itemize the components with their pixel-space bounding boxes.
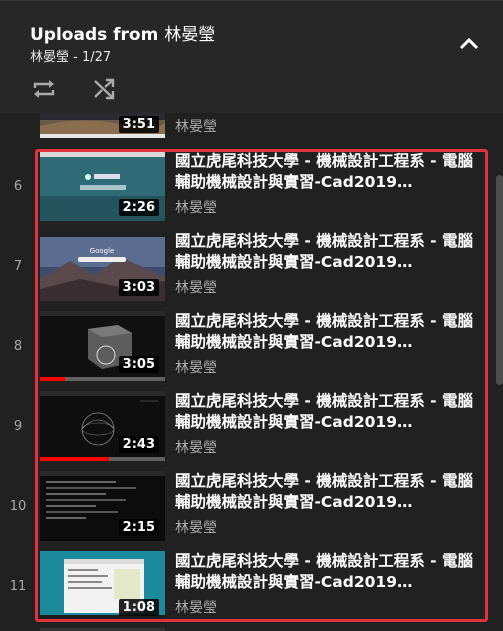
watch-progress-fill xyxy=(40,377,65,381)
video-duration: 2:26 xyxy=(118,199,159,216)
playlist-item[interactable]: 9 2:43 國立虎尾科技大學 - 機械設計工程系 - 電腦輔助機械設計與實習-… xyxy=(0,391,495,471)
item-index: 11 xyxy=(9,579,27,594)
collapse-button[interactable] xyxy=(452,31,486,57)
watch-progress-fill xyxy=(40,457,109,461)
watch-progress-bar xyxy=(40,377,165,381)
shuffle-button[interactable] xyxy=(88,73,120,105)
playlist-title[interactable]: Uploads from 林晏瑩 xyxy=(30,20,215,45)
playlist-item[interactable]: 10 2:15 國立虎尾科技大學 - 機械設計工程系 - 電腦輔助機械設計與實習… xyxy=(0,471,495,551)
video-thumbnail[interactable]: Google 3:03 xyxy=(40,231,165,301)
video-thumbnail[interactable]: 2:26 xyxy=(40,151,165,221)
video-title[interactable]: 國立虎尾科技大學 - 機械設計工程系 - 電腦輔助機械設計與實習-Cad2019… xyxy=(175,551,480,593)
video-title[interactable]: 國立虎尾科技大學 - 機械設計工程系 - 電腦輔助機械設計與實習-Cad2019… xyxy=(175,151,480,193)
shuffle-icon xyxy=(94,78,115,100)
video-thumbnail[interactable]: 3:05 xyxy=(40,311,165,381)
item-index: 7 xyxy=(13,259,23,274)
playlist-item[interactable]: 7 Google 3:03 國立虎尾科技大學 - 機械設計工程系 - 電腦輔助機… xyxy=(0,231,495,311)
video-channel: 林晏瑩 xyxy=(175,280,217,296)
item-index: 9 xyxy=(13,419,23,434)
playlist-items: 3:51 林晏瑩 6 2:26 國立虎尾科技大學 - 機械設計工程系 - 電腦輔… xyxy=(0,113,503,631)
playlist-panel: Uploads from 林晏瑩 林晏瑩 - 1/27 3:51 林晏瑩 6 2… xyxy=(0,0,503,631)
item-index: 8 xyxy=(13,339,23,354)
video-channel: 林晏瑩 xyxy=(175,200,217,216)
video-title[interactable]: 國立虎尾科技大學 - 機械設計工程系 - 電腦輔助機械設計與實習-Cad2019… xyxy=(175,391,480,433)
playlist-header: Uploads from 林晏瑩 林晏瑩 - 1/27 xyxy=(0,1,503,113)
playlist-title-prefix: Uploads from xyxy=(30,25,159,45)
loop-button[interactable] xyxy=(28,73,60,105)
video-channel: 林晏瑩 xyxy=(175,360,217,376)
video-duration: 3:51 xyxy=(118,116,159,133)
video-duration: 2:43 xyxy=(118,436,159,453)
video-duration: 2:15 xyxy=(118,519,159,536)
scrollbar-thumb[interactable] xyxy=(496,175,503,385)
video-duration: 1:08 xyxy=(118,599,159,616)
item-index: 6 xyxy=(13,179,23,194)
svg-text:Google: Google xyxy=(90,247,115,255)
watch-progress-bar xyxy=(40,457,165,461)
video-channel: 林晏瑩 xyxy=(175,600,217,616)
video-thumbnail[interactable]: 1:08 xyxy=(40,551,165,621)
chevron-up-icon xyxy=(459,37,479,50)
video-channel: 林晏瑩 xyxy=(175,440,217,456)
video-title[interactable]: 國立虎尾科技大學 - 機械設計工程系 - 電腦輔助機械設計與實習-Cad2019… xyxy=(175,471,480,513)
scrollbar[interactable] xyxy=(495,113,503,631)
playlist-item[interactable]: 3:51 林晏瑩 xyxy=(0,113,495,148)
video-thumbnail[interactable]: 2:43 xyxy=(40,391,165,461)
playlist-subtitle: 林晏瑩 - 1/27 xyxy=(30,50,112,65)
item-index: 10 xyxy=(9,499,27,514)
playlist-item[interactable]: 6 2:26 國立虎尾科技大學 - 機械設計工程系 - 電腦輔助機械設計與實習-… xyxy=(0,151,495,231)
video-title[interactable]: 國立虎尾科技大學 - 機械設計工程系 - 電腦輔助機械設計與實習-Cad2019… xyxy=(175,311,480,353)
video-thumbnail[interactable]: 3:51 xyxy=(40,113,165,138)
playlist-item[interactable]: 11 1:08 國立虎尾科技大學 - 機械設計工程系 - 電腦輔助機械設計與實習… xyxy=(0,551,495,631)
playlist-item[interactable]: 8 3:05 國立虎尾科技大學 - 機械設計工程系 - 電腦輔助機械設計與實習-… xyxy=(0,311,495,391)
video-duration: 3:03 xyxy=(118,279,159,296)
video-channel: 林晏瑩 xyxy=(175,520,217,536)
video-channel: 林晏瑩 xyxy=(175,119,217,135)
video-title[interactable]: 國立虎尾科技大學 - 機械設計工程系 - 電腦輔助機械設計與實習-Cad2019… xyxy=(175,231,480,273)
video-thumbnail[interactable]: 2:15 xyxy=(40,471,165,541)
playlist-title-owner: 林晏瑩 xyxy=(164,25,216,45)
loop-icon xyxy=(33,80,55,98)
video-duration: 3:05 xyxy=(118,356,159,373)
